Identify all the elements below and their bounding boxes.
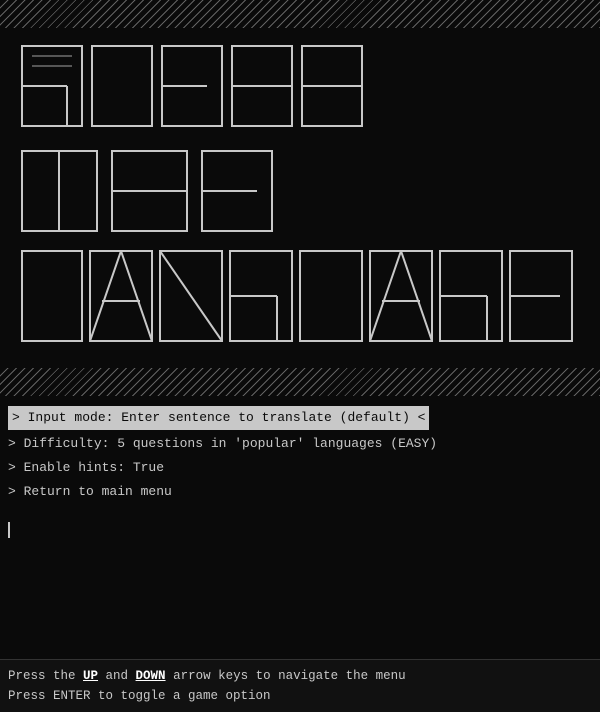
cursor-area [0, 514, 600, 551]
input-mode-label: > Input mode: Enter sentence to translat… [8, 406, 429, 430]
menu-area: > Input mode: Enter sentence to translat… [0, 396, 600, 514]
title-area [0, 28, 600, 364]
top-decoration [0, 0, 600, 28]
menu-item-difficulty[interactable]: > Difficulty: 5 questions in 'popular' l… [8, 432, 592, 456]
difficulty-label: > Difficulty: 5 questions in 'popular' l… [8, 432, 437, 456]
hints-label: > Enable hints: True [8, 456, 164, 480]
menu-item-hints[interactable]: > Enable hints: True [8, 456, 592, 480]
footer-line1: Press the UP and DOWN arrow keys to navi… [8, 666, 592, 686]
bottom-decoration [0, 368, 600, 396]
footer-line2: Press ENTER to toggle a game option [8, 686, 592, 706]
menu-item-return[interactable]: > Return to main menu [8, 480, 592, 504]
footer-mid: and [98, 669, 136, 683]
cursor [8, 522, 10, 538]
footer-up: UP [83, 669, 98, 683]
footer-suffix: arrow keys to navigate the menu [166, 669, 406, 683]
menu-item-input-mode[interactable]: > Input mode: Enter sentence to translat… [8, 406, 592, 430]
footer-down: DOWN [136, 669, 166, 683]
footer: Press the UP and DOWN arrow keys to navi… [0, 659, 600, 712]
title-svg [12, 36, 592, 356]
return-label: > Return to main menu [8, 480, 172, 504]
footer-prefix: Press the [8, 669, 83, 683]
